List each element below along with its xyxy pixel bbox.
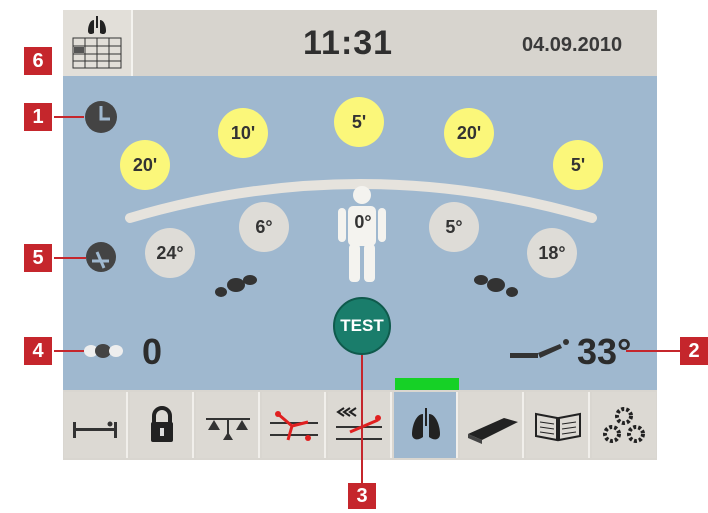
tool-settings[interactable]	[592, 392, 656, 458]
mattress-icon	[468, 418, 518, 444]
tool-mattress[interactable]	[460, 392, 524, 458]
callout-line-2	[626, 350, 680, 352]
callout-4: 4	[24, 337, 52, 365]
rotation-time-3[interactable]: 5'	[334, 97, 384, 147]
rotation-count: 0	[142, 331, 163, 372]
rotation-angle-center[interactable]: 0°	[346, 210, 380, 234]
rotation-time-4[interactable]: 20'	[444, 108, 494, 158]
callout-line-1	[54, 116, 84, 118]
tool-lung[interactable]	[394, 392, 458, 458]
no-pause-icon	[86, 242, 116, 272]
lung-icon	[412, 408, 440, 440]
test-button[interactable]: TEST	[333, 297, 391, 355]
lock-icon	[151, 406, 173, 442]
callout-line-3	[361, 355, 363, 483]
tool-scale[interactable]	[196, 392, 260, 458]
tool-ppt[interactable]	[262, 392, 326, 458]
rotation-time-2[interactable]: 10'	[218, 108, 268, 158]
tool-lock[interactable]	[130, 392, 194, 458]
callout-2: 2	[680, 337, 708, 365]
bed-angle-value: 33°	[577, 331, 632, 372]
callout-6: 6	[24, 47, 52, 75]
rotation-angle-4[interactable]: 5°	[429, 202, 479, 252]
tool-trendelenburg[interactable]	[328, 392, 392, 458]
scale-icon	[206, 418, 250, 440]
callout-line-5	[54, 257, 86, 259]
tool-manual[interactable]	[526, 392, 590, 458]
rotation-angle-1[interactable]: 24°	[145, 228, 195, 278]
left-side-figure-icon	[215, 275, 257, 297]
patient-figure-icon	[338, 186, 386, 282]
patient-pair-icon	[84, 344, 123, 358]
settings-gears-icon	[603, 407, 645, 443]
rotation-angle-2[interactable]: 6°	[239, 202, 289, 252]
callout-3: 3	[348, 483, 376, 509]
bed-angle-icon	[510, 339, 569, 358]
right-side-figure-icon	[474, 275, 518, 297]
callout-5: 5	[24, 244, 52, 272]
callout-line-4	[54, 350, 84, 352]
bed-flat-icon	[73, 421, 117, 438]
trendelenburg-icon	[336, 407, 382, 440]
ppt-figure-icon	[270, 411, 318, 441]
tool-bed-flat[interactable]	[64, 392, 128, 458]
rotation-time-5[interactable]: 5'	[553, 140, 603, 190]
clock-icon	[85, 101, 117, 133]
rotation-angle-5[interactable]: 18°	[527, 228, 577, 278]
rotation-time-1[interactable]: 20'	[120, 140, 170, 190]
callout-1: 1	[24, 103, 52, 131]
manual-book-icon	[535, 412, 581, 442]
